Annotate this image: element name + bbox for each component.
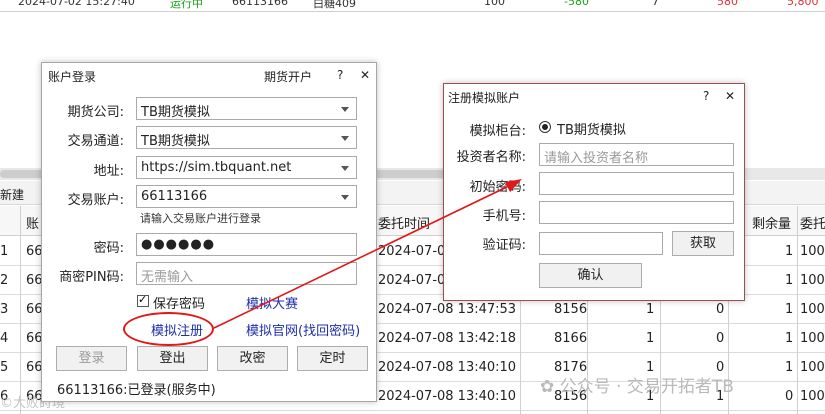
address-label: 地址: bbox=[93, 164, 124, 179]
cell-idx: 3 bbox=[0, 302, 9, 317]
save-password-checkbox[interactable] bbox=[137, 293, 149, 307]
header-order-time: 委托时间 bbox=[378, 217, 431, 232]
company-select[interactable]: TB期货模拟 bbox=[136, 97, 357, 120]
logout-button[interactable]: 登出 bbox=[137, 346, 208, 371]
watermark-text: 公众号 · 交易开拓者TB bbox=[559, 377, 734, 397]
divider bbox=[20, 206, 21, 414]
cell-time: 2024-07-08 13:42:18 bbox=[378, 331, 517, 346]
open-account-link[interactable]: 期货开户 bbox=[264, 68, 312, 85]
cell-rem: 1 bbox=[785, 302, 794, 317]
cell-rem: 1 bbox=[785, 244, 794, 259]
cell-idx: 5 bbox=[0, 360, 9, 375]
account-select[interactable]: 66113166 bbox=[136, 185, 357, 208]
contest-link[interactable]: 模拟大赛 bbox=[246, 293, 298, 312]
investor-name-input[interactable]: 请输入投资者名称 bbox=[539, 143, 734, 166]
cell: 100 bbox=[484, 0, 505, 8]
cell-b: 0 bbox=[716, 331, 725, 346]
company-label: 期货公司: bbox=[67, 105, 124, 120]
cell-tail: 100 bbox=[800, 331, 825, 346]
cell-a: 1 bbox=[646, 302, 655, 317]
login-status: 66113166:已登录(服务中) bbox=[57, 383, 216, 398]
cell-tail: 100 bbox=[800, 389, 825, 404]
cell-rem: 0 bbox=[785, 389, 794, 404]
close-icon[interactable]: ✕ bbox=[725, 89, 735, 103]
login-button[interactable]: 登录 bbox=[56, 346, 127, 371]
cell: 66113166 bbox=[232, 0, 288, 8]
password-field[interactable]: ●●●●●● bbox=[136, 233, 357, 256]
phone-label: 手机号: bbox=[482, 209, 526, 224]
cell-time: 2024-07-08 13:40:10 bbox=[378, 389, 517, 404]
cell-rem: 1 bbox=[785, 360, 794, 375]
cell-rem: 1 bbox=[785, 331, 794, 346]
init-password-input[interactable] bbox=[539, 172, 734, 195]
cell-price: 8156 bbox=[554, 302, 588, 317]
cell-idx: 4 bbox=[0, 331, 9, 346]
header-remaining: 剩余量 bbox=[752, 217, 792, 232]
channel-select[interactable]: TB期货模拟 bbox=[136, 126, 357, 149]
new-button[interactable]: 新建 bbox=[0, 186, 24, 203]
cell-time: 2024-07-08 13:40:10 bbox=[378, 360, 517, 375]
pin-field[interactable]: 无需输入 bbox=[136, 262, 357, 285]
change-password-button[interactable]: 改密 bbox=[217, 346, 288, 371]
header-order: 委托 bbox=[800, 217, 825, 232]
cell: 运行中 bbox=[170, 0, 203, 10]
annotation-ellipse bbox=[123, 312, 214, 346]
cell-idx: 2 bbox=[0, 273, 9, 288]
background-top-row: 2024-07-02 15:27:40 运行中 66113166 白糖409 1… bbox=[0, 0, 825, 12]
phone-input[interactable] bbox=[539, 201, 734, 224]
confirm-button[interactable]: 确认 bbox=[539, 263, 642, 288]
cell-tail: 100 bbox=[800, 360, 825, 375]
password-label: 密码: bbox=[93, 241, 124, 256]
account-label: 交易账户: bbox=[67, 193, 124, 208]
register-sim-account-dialog: 注册模拟账户 ? ✕ 模拟柜台: TB期货模拟 投资者名称: 请输入投资者名称 … bbox=[443, 83, 745, 301]
verification-code-input[interactable] bbox=[539, 232, 663, 255]
register-title: 注册模拟账户 bbox=[448, 91, 521, 105]
timed-button[interactable]: 定时 bbox=[297, 346, 368, 371]
login-titlebar: 账户登录 期货开户 ? ✕ bbox=[42, 63, 376, 87]
get-code-button[interactable]: 获取 bbox=[672, 231, 734, 256]
cell: 5,800 bbox=[787, 0, 819, 8]
investor-label: 投资者名称: bbox=[456, 150, 526, 165]
cell-tail: 100 bbox=[800, 302, 825, 317]
channel-label: 交易通道: bbox=[67, 134, 124, 149]
cell: 白糖409 bbox=[313, 0, 356, 10]
address-select[interactable]: https://sim.tbquant.net bbox=[136, 156, 357, 179]
account-hint: 请输入交易账户进行登录 bbox=[140, 212, 261, 225]
help-icon[interactable]: ? bbox=[337, 68, 343, 82]
cell-time: 2024-07-08 13:47:53 bbox=[378, 302, 517, 317]
cell-price: 8166 bbox=[554, 331, 588, 346]
pin-label: 商密PIN码: bbox=[59, 270, 124, 285]
cell-rem: 1 bbox=[785, 273, 794, 288]
cell: 580 bbox=[717, 0, 738, 8]
close-icon[interactable]: ✕ bbox=[360, 68, 370, 82]
cell-b: 0 bbox=[716, 302, 725, 317]
divider bbox=[797, 206, 798, 414]
cell: 7 bbox=[652, 0, 659, 8]
code-label: 验证码: bbox=[482, 238, 526, 253]
cell-a: 1 bbox=[646, 331, 655, 346]
cell: 2024-07-02 15:27:40 bbox=[18, 0, 135, 8]
counter-value: TB期货模拟 bbox=[557, 123, 626, 138]
help-icon[interactable]: ? bbox=[703, 89, 709, 103]
counter-radio[interactable] bbox=[539, 121, 551, 133]
cell-idx: 1 bbox=[0, 244, 9, 259]
register-titlebar: 注册模拟账户 ? ✕ bbox=[444, 84, 744, 108]
counter-label: 模拟柜台: bbox=[469, 124, 526, 139]
website-link[interactable]: 模拟官网(找回密码) bbox=[246, 320, 360, 339]
cell: -580 bbox=[564, 0, 589, 8]
account-login-dialog: 账户登录 期货开户 ? ✕ 期货公司: TB期货模拟 交易通道: TB期货模拟 … bbox=[41, 62, 377, 402]
save-password-label: 保存密码 bbox=[153, 297, 206, 312]
cell-tail: 100 bbox=[800, 244, 825, 259]
watermark: ✿ 公众号 · 交易开拓者TB bbox=[540, 372, 734, 397]
login-title: 账户登录 bbox=[48, 70, 97, 84]
cell-tail: 100 bbox=[800, 273, 825, 288]
init-password-label: 初始密码: bbox=[469, 180, 526, 195]
wechat-icon: ✿ bbox=[540, 377, 555, 397]
header-account: 账 bbox=[26, 217, 40, 232]
